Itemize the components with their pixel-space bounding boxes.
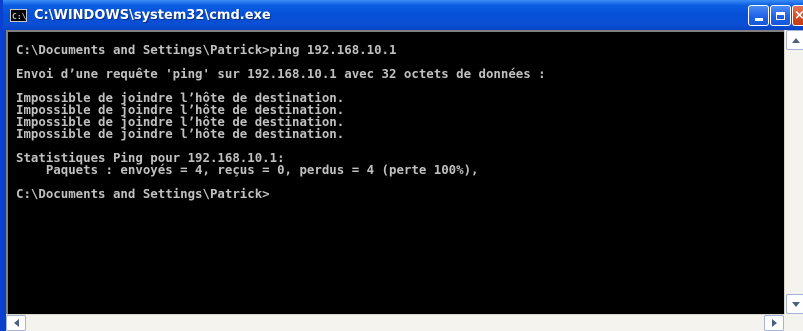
scroll-right-button[interactable] [764,315,784,331]
console-line: Paquets : envoyés = 4, reçus = 0, perdus… [16,162,479,177]
arrow-up-icon [792,37,800,43]
scroll-left-button[interactable] [6,315,26,331]
scroll-down-button[interactable] [786,294,803,314]
arrow-left-icon [13,319,19,327]
console-output[interactable]: C:\Documents and Settings\Patrick>ping 1… [6,30,784,314]
horizontal-scroll-track[interactable] [26,316,764,331]
maximize-button[interactable] [770,5,791,26]
horizontal-scrollbar[interactable] [6,314,784,331]
vertical-scroll-track[interactable] [786,50,803,294]
vertical-scrollbar[interactable] [784,30,803,314]
window-title: C:\WINDOWS\system32\cmd.exe [34,7,271,23]
arrow-down-icon [792,301,800,307]
minimize-button[interactable] [748,5,769,26]
console-line: C:\Documents and Settings\Patrick> [16,186,270,201]
resize-grip-icon[interactable] [784,314,803,331]
console-app-icon[interactable]: C:\ [10,8,27,22]
console-line: C:\Documents and Settings\Patrick>ping 1… [16,42,397,57]
arrow-right-icon [771,319,777,327]
console-line: Envoi d’une requête 'ping' sur 192.168.1… [16,66,546,81]
console-line: Impossible de joindre l’hôte de destinat… [16,126,345,141]
maximize-icon [776,11,785,20]
close-icon: × [794,8,803,23]
close-button[interactable]: × [792,5,803,26]
minimize-icon [754,18,763,21]
cmd-window: C:\ C:\WINDOWS\system32\cmd.exe × C:\Doc… [0,0,803,331]
title-bar[interactable]: C:\ C:\WINDOWS\system32\cmd.exe × [3,0,803,30]
scroll-up-button[interactable] [786,30,803,50]
